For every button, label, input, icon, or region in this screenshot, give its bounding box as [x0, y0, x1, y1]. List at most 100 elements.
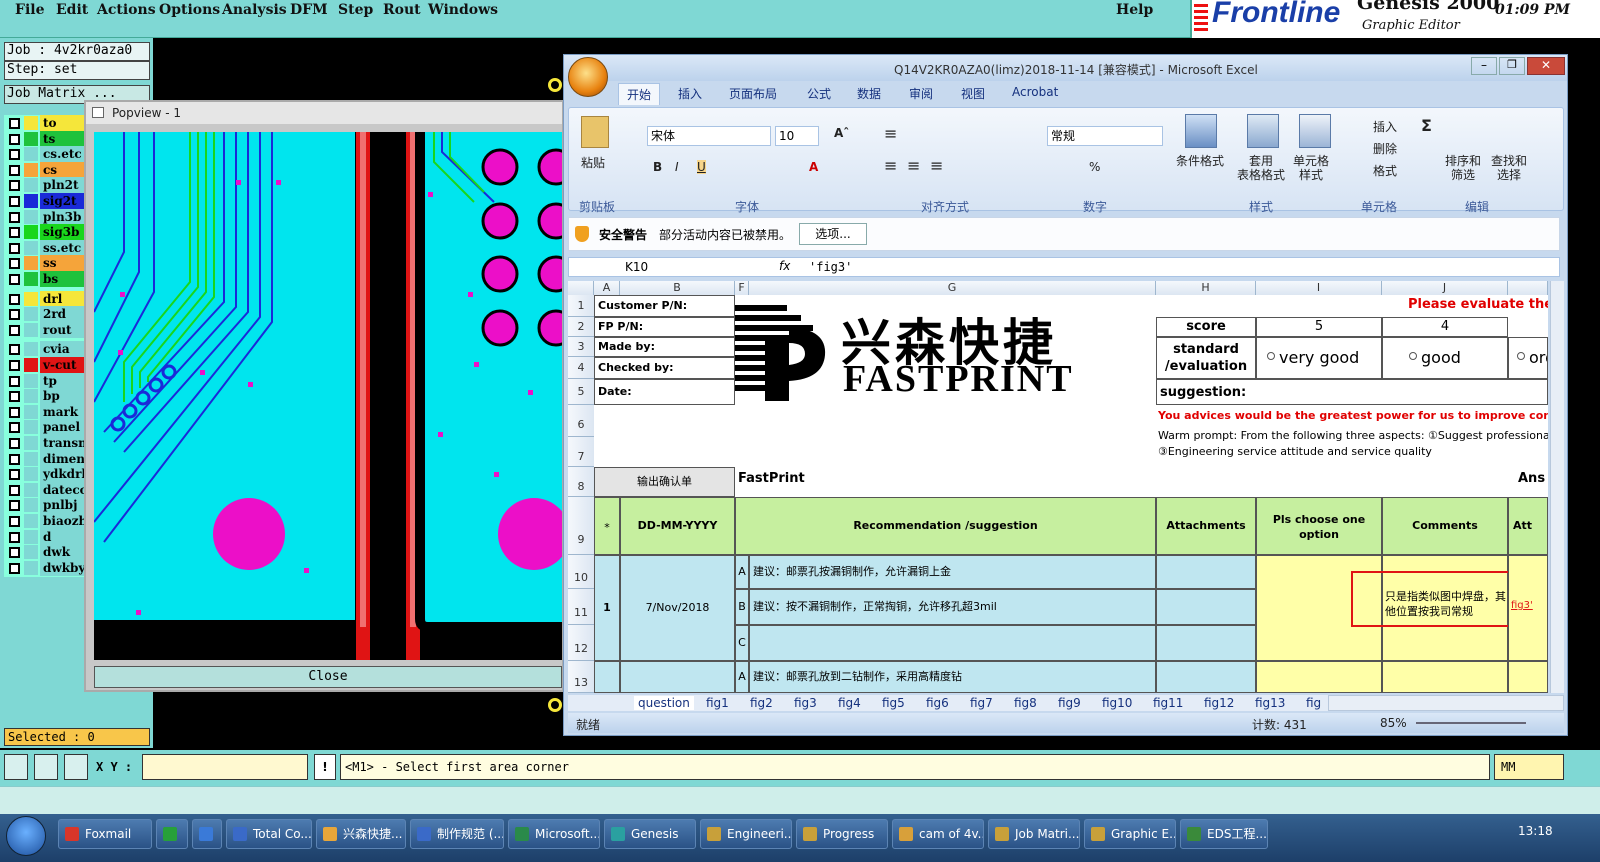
- vertical-scrollbar[interactable]: [1550, 281, 1564, 693]
- sheet-tab[interactable]: fig8: [1014, 696, 1037, 710]
- tab-home[interactable]: 开始: [618, 83, 661, 105]
- attachment-cell[interactable]: [1156, 661, 1256, 693]
- sum-icon[interactable]: Σ: [1421, 116, 1432, 135]
- menu-analysis[interactable]: Analysis: [222, 2, 287, 18]
- layer-checkbox[interactable]: [9, 453, 20, 465]
- tab-review[interactable]: 审阅: [909, 85, 933, 102]
- find-select-button[interactable]: 查找和 选择: [1491, 154, 1527, 182]
- layer-color-swatch[interactable]: [24, 467, 38, 482]
- taskbar-item[interactable]: Microsoft...: [508, 819, 600, 849]
- grid-tool-icon[interactable]: [64, 754, 88, 780]
- delete-cells-button[interactable]: 删除: [1373, 140, 1397, 157]
- layer-name[interactable]: biaozh: [40, 513, 88, 529]
- layer-row[interactable]: d: [4, 528, 88, 545]
- layer-name[interactable]: drl: [40, 290, 88, 307]
- layer-name[interactable]: dwkby: [40, 559, 88, 576]
- taskbar-item[interactable]: Engineeri...: [700, 819, 792, 849]
- close-icon[interactable]: ✕: [1527, 57, 1565, 75]
- layer-row[interactable]: ss.etc: [4, 239, 88, 256]
- taskbar-item[interactable]: [156, 819, 188, 849]
- popview-close-button[interactable]: Close: [94, 666, 562, 688]
- layer-name[interactable]: sig2t: [40, 193, 88, 209]
- layer-checkbox[interactable]: [9, 438, 20, 449]
- taskbar-item[interactable]: Total Co...: [226, 819, 312, 849]
- col-header[interactable]: A: [594, 281, 620, 295]
- layer-color-swatch[interactable]: [24, 291, 38, 306]
- layer-color-swatch[interactable]: [24, 194, 38, 208]
- font-size-select[interactable]: 10: [775, 126, 819, 146]
- layer-color-swatch[interactable]: [24, 209, 38, 224]
- menu-options[interactable]: Options: [159, 2, 220, 18]
- layer-name[interactable]: pln2t: [40, 177, 88, 194]
- layer-checkbox[interactable]: [9, 274, 20, 285]
- layer-name[interactable]: pnlbj: [40, 497, 88, 514]
- attachment-cell[interactable]: [1156, 625, 1256, 661]
- row-header[interactable]: 8: [568, 467, 594, 497]
- font-color-button[interactable]: A: [809, 160, 818, 174]
- layer-color-swatch[interactable]: [24, 498, 38, 513]
- xy-input[interactable]: [142, 754, 308, 780]
- col-header[interactable]: F: [735, 281, 749, 295]
- maximize-icon[interactable]: ❐: [1499, 57, 1525, 75]
- sheet-tab[interactable]: fig6: [926, 696, 949, 710]
- unit-mode[interactable]: MM: [1494, 754, 1564, 780]
- radio-icon[interactable]: [1517, 352, 1525, 360]
- sheet-tab[interactable]: fig13: [1255, 696, 1285, 710]
- number-format-select[interactable]: 常规: [1047, 126, 1163, 146]
- layer-checkbox[interactable]: [9, 324, 20, 336]
- layer-row[interactable]: 2rd: [4, 306, 88, 323]
- select-all[interactable]: [568, 281, 594, 295]
- menu-actions[interactable]: Actions: [97, 2, 156, 18]
- layer-row[interactable]: biaozh: [4, 513, 88, 529]
- sheet-tab[interactable]: fig11: [1153, 696, 1183, 710]
- menu-windows[interactable]: Windows: [428, 2, 498, 18]
- tab-page-layout[interactable]: 页面布局: [729, 85, 777, 102]
- layer-name[interactable]: dwk: [40, 544, 88, 561]
- layer-checkbox[interactable]: [9, 516, 20, 527]
- layer-checkbox[interactable]: [9, 484, 20, 496]
- align-top-icon[interactable]: ≡: [884, 124, 897, 143]
- layer-color-swatch[interactable]: [24, 272, 38, 286]
- menu-dfm[interactable]: DFM: [290, 2, 328, 18]
- layer-color-swatch[interactable]: [24, 560, 38, 575]
- row-header[interactable]: 4: [568, 357, 594, 379]
- layer-name[interactable]: cvia: [40, 341, 88, 358]
- layer-checkbox[interactable]: [9, 258, 20, 270]
- layer-name[interactable]: ts: [40, 130, 88, 147]
- ordinary-option[interactable]: ord: [1508, 337, 1548, 379]
- minimize-icon[interactable]: –: [1471, 57, 1497, 75]
- taskbar-item[interactable]: Job Matri...: [988, 819, 1080, 849]
- sheet-tab[interactable]: fig3: [794, 696, 817, 710]
- layer-checkbox[interactable]: [9, 360, 20, 371]
- layer-checkbox[interactable]: [9, 118, 20, 129]
- col-header[interactable]: J: [1382, 281, 1508, 295]
- layer-color-swatch[interactable]: [24, 482, 38, 497]
- layer-checkbox[interactable]: [9, 375, 20, 387]
- layer-checkbox[interactable]: [9, 227, 20, 239]
- layer-row[interactable]: sig2t: [4, 193, 88, 209]
- layer-checkbox[interactable]: [9, 242, 20, 254]
- layer-name[interactable]: d: [40, 528, 88, 545]
- row-header[interactable]: 12: [568, 625, 594, 661]
- layer-checkbox[interactable]: [9, 164, 20, 176]
- layer-name[interactable]: cs: [40, 161, 88, 178]
- sort-filter-button[interactable]: 排序和 筛选: [1445, 154, 1481, 182]
- sheet-tab[interactable]: fig10: [1102, 696, 1132, 710]
- row-header[interactable]: 10: [568, 555, 594, 589]
- choice-cell[interactable]: [1256, 661, 1382, 693]
- taskbar-item[interactable]: [192, 819, 222, 849]
- sheet-tab[interactable]: fig2: [750, 696, 773, 710]
- zoom-tool-icon[interactable]: [4, 754, 28, 780]
- menu-step[interactable]: Step: [338, 2, 373, 18]
- cell-styles-icon[interactable]: [1299, 114, 1331, 148]
- taskbar-item[interactable]: EDS工程...: [1180, 819, 1268, 849]
- formula-input[interactable]: 'fig3': [809, 260, 852, 274]
- horizontal-scrollbar[interactable]: [1328, 695, 1564, 711]
- layer-checkbox[interactable]: [9, 531, 20, 543]
- layer-color-swatch[interactable]: [24, 342, 38, 357]
- layer-checkbox[interactable]: [9, 469, 20, 481]
- layer-color-swatch[interactable]: [24, 436, 38, 450]
- taskbar-item[interactable]: 制作规范 (...: [410, 819, 504, 849]
- layer-row[interactable]: bp: [4, 388, 88, 405]
- menu-help[interactable]: Help: [1116, 2, 1153, 18]
